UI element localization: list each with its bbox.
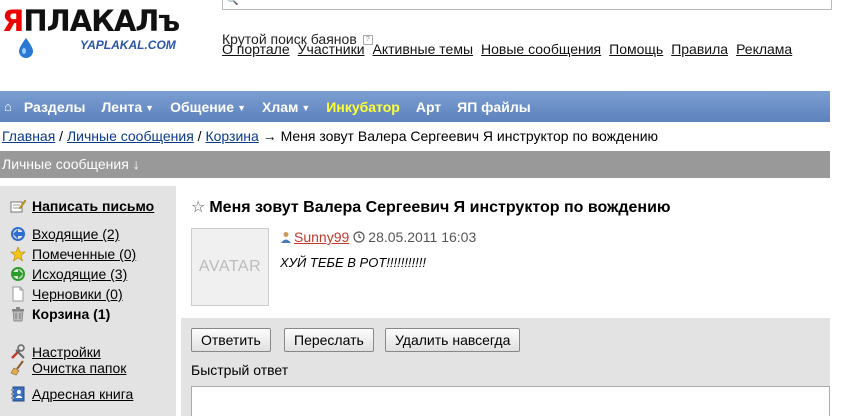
nav-label: Хлам — [262, 98, 299, 115]
message-panel: ☆ Меня зовут Валера Сергеевич Я инструкто… — [181, 186, 830, 416]
reply-button[interactable]: Ответить — [191, 328, 271, 352]
top-links: О портале Участники Активные темы Новые … — [222, 41, 792, 57]
chevron-down-icon: ▼ — [237, 102, 246, 113]
forward-button[interactable]: Переслать — [284, 328, 374, 352]
sidebar-addressbook[interactable]: Адресная книга — [10, 386, 133, 402]
star-icon — [10, 246, 26, 262]
sidebar: Написать письмо Входящие (2) Помеченные … — [0, 186, 176, 416]
logo-domain: YAPLAKAL.COM — [80, 38, 176, 52]
nav-label: Разделы — [23, 98, 86, 115]
draft-icon — [12, 286, 24, 302]
delete-forever-button[interactable]: Удалить навсегда — [385, 328, 521, 352]
trash-icon — [12, 307, 24, 322]
nav-item-feed[interactable]: Лента ▼ — [101, 99, 154, 115]
logo-accent: Я — [2, 4, 24, 38]
drop-icon — [19, 38, 33, 58]
author-link[interactable]: Sunny99 — [294, 229, 349, 245]
site-logo[interactable]: ЯПЛАКАЛъ YAPLAKAL.COM — [2, 4, 202, 58]
compose-link[interactable]: Написать письмо — [32, 198, 154, 214]
message-date: 28.05.2011 16:03 — [368, 229, 477, 245]
nav-item-talk[interactable]: Общение ▼ — [170, 99, 246, 115]
link-rules[interactable]: Правила — [671, 41, 728, 57]
link-active-topics[interactable]: Активные темы — [373, 41, 474, 57]
sidebar-item-label[interactable]: Очистка папок — [32, 360, 126, 376]
main-nav: ⌂ Разделы Лента ▼ Общение ▼ Хлам ▼ Инкубато… — [0, 91, 830, 122]
logo-main-text: ПЛАКАЛъ — [23, 4, 180, 38]
star-outline-icon[interactable]: ☆ — [191, 199, 205, 216]
sidebar-item-label[interactable]: Исходящие (3) — [32, 266, 127, 282]
post-meta: Sunny99 28.05.2011 16:03 — [280, 229, 476, 245]
link-help[interactable]: Помощь — [609, 41, 663, 57]
message-title: ☆ Меня зовут Валера Сергеевич Я инструкто… — [191, 197, 671, 217]
link-ads[interactable]: Реклама — [736, 41, 792, 57]
sidebar-compose[interactable]: Написать письмо — [10, 198, 154, 214]
breadcrumb-messages[interactable]: Личные сообщения — [67, 128, 194, 144]
search-icon: 🔍 — [226, 0, 239, 6]
nav-label: Лента — [101, 98, 143, 115]
sidebar-item-label[interactable]: Черновики (0) — [32, 286, 123, 302]
addressbook-icon — [11, 386, 25, 402]
breadcrumb-current: Меня зовут Валера Сергеевич Я инструктор… — [280, 128, 659, 144]
link-about[interactable]: О портале — [222, 41, 290, 57]
home-icon[interactable]: ⌂ — [4, 99, 12, 114]
outbox-icon — [11, 267, 25, 281]
nav-label: Арт — [415, 98, 442, 115]
link-new-messages[interactable]: Новые сообщения — [481, 41, 601, 57]
quick-reply-label: Быстрый ответ — [191, 362, 289, 378]
avatar: AVATAR — [191, 228, 269, 306]
breadcrumb-home[interactable]: Главная — [2, 128, 55, 144]
user-icon — [281, 232, 291, 243]
sidebar-item-drafts[interactable]: Черновики (0) — [10, 286, 123, 302]
sidebar-item-label[interactable]: Адресная книга — [32, 386, 133, 402]
nav-label: Общение — [170, 98, 235, 115]
chevron-down-icon: ▼ — [145, 102, 155, 113]
message-title-text: Меня зовут Валера Сергеевич Я инструктор… — [209, 199, 671, 216]
sidebar-settings[interactable]: Настройки — [10, 344, 101, 360]
breadcrumb: Главная / Личные сообщения / Корзина → М… — [2, 128, 658, 144]
section-bar[interactable]: Личные сообщения ↓ — [0, 151, 830, 178]
action-bar: Ответить Переслать Удалить навсегда Быст… — [181, 318, 830, 416]
nav-item-incubator[interactable]: Инкубатор — [326, 99, 400, 115]
nav-item-files[interactable]: ЯП файлы — [457, 99, 531, 115]
breadcrumb-separator: / — [193, 128, 206, 144]
logo-wordmark: ЯПЛАКАЛъ — [2, 4, 180, 38]
compose-icon — [10, 199, 26, 213]
breadcrumb-arrow: → — [258, 128, 281, 144]
nav-item-sections[interactable]: Разделы — [24, 99, 86, 115]
sidebar-item-label[interactable]: Входящие (2) — [32, 226, 119, 242]
sidebar-item-label[interactable]: Корзина (1) — [32, 306, 110, 322]
site-header: ЯПЛАКАЛъ YAPLAKAL.COM 🔍 Крутой поиск бая… — [0, 0, 848, 90]
sidebar-item-trash[interactable]: Корзина (1) — [10, 306, 110, 322]
chevron-down-icon: ▼ — [301, 102, 311, 113]
sidebar-item-inbox[interactable]: Входящие (2) — [10, 226, 119, 242]
nav-item-art[interactable]: Арт — [416, 99, 441, 115]
quick-reply-textarea[interactable] — [191, 386, 830, 416]
sidebar-item-flagged[interactable]: Помеченные (0) — [10, 246, 136, 262]
sidebar-item-label[interactable]: Помеченные (0) — [32, 246, 136, 262]
nav-label: Инкубатор — [326, 98, 400, 115]
inbox-icon — [11, 227, 25, 241]
nav-item-junk[interactable]: Хлам ▼ — [262, 99, 310, 115]
broom-icon — [10, 360, 24, 376]
nav-label: ЯП файлы — [457, 98, 531, 115]
link-members[interactable]: Участники — [298, 41, 365, 57]
message-body: ХУЙ ТЕБЕ В РОТ!!!!!!!!!!! — [280, 255, 426, 270]
clock-icon — [353, 231, 365, 243]
search-input[interactable]: 🔍 — [222, 0, 832, 10]
breadcrumb-trash[interactable]: Корзина — [205, 128, 258, 144]
settings-icon — [11, 344, 25, 359]
breadcrumb-separator: / — [55, 128, 67, 144]
sidebar-item-label[interactable]: Настройки — [32, 344, 101, 360]
sidebar-item-outbox[interactable]: Исходящие (3) — [10, 266, 127, 282]
sidebar-clean[interactable]: Очистка папок — [10, 360, 126, 376]
